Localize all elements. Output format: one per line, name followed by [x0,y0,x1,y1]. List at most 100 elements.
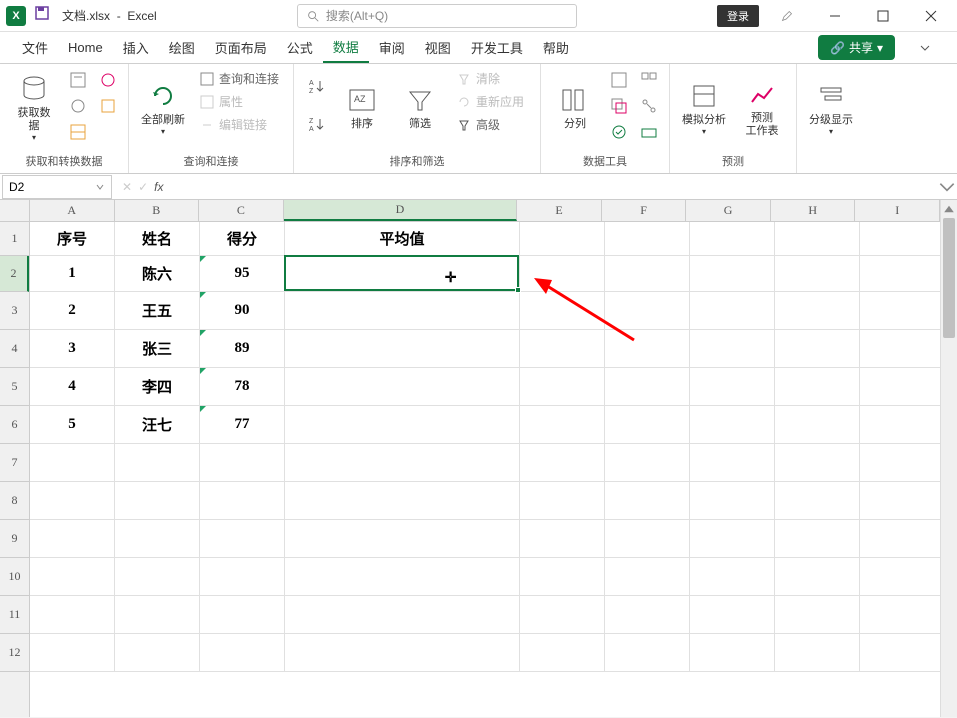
cell[interactable] [605,292,690,330]
formula-expand-icon[interactable] [937,177,957,197]
menu-devtools[interactable]: 开发工具 [461,32,533,63]
row-header[interactable]: 8 [0,482,29,520]
cell[interactable] [775,256,860,292]
from-text-icon[interactable] [66,68,90,92]
column-header[interactable]: H [771,200,856,221]
cell[interactable] [520,406,605,444]
cell[interactable] [200,482,285,520]
row-header[interactable]: 6 [0,406,29,444]
cell[interactable] [605,444,690,482]
fx-icon[interactable]: fx [154,180,163,194]
cell[interactable] [520,558,605,596]
cell[interactable] [690,330,775,368]
cell[interactable] [115,520,200,558]
cell[interactable] [115,596,200,634]
cell[interactable]: 89 [200,330,285,368]
remove-duplicates-icon[interactable] [607,94,631,118]
cell[interactable]: 姓名 [115,222,200,256]
cell[interactable] [115,482,200,520]
cell[interactable] [690,558,775,596]
cell[interactable]: 李四 [115,368,200,406]
menu-insert[interactable]: 插入 [113,32,159,63]
save-icon[interactable] [34,5,50,26]
menu-file[interactable]: 文件 [12,32,58,63]
cell[interactable]: 4 [30,368,115,406]
menu-help[interactable]: 帮助 [533,32,579,63]
cell[interactable] [860,520,945,558]
column-header[interactable]: B [115,200,200,221]
text-to-columns-button[interactable]: 分列 [549,68,601,148]
cell[interactable] [690,256,775,292]
cell[interactable] [115,558,200,596]
cell[interactable] [520,634,605,672]
maximize-button[interactable] [863,2,903,30]
column-header[interactable]: F [602,200,687,221]
cell[interactable]: 90 [200,292,285,330]
menu-draw[interactable]: 绘图 [159,32,205,63]
cell[interactable] [285,596,520,634]
cell[interactable] [30,520,115,558]
cell[interactable] [605,520,690,558]
cell[interactable] [605,634,690,672]
column-header[interactable]: G [686,200,771,221]
formula-input[interactable] [171,175,937,199]
data-model-icon[interactable] [637,120,661,144]
column-header[interactable]: A [30,200,115,221]
cell[interactable] [860,330,945,368]
cell[interactable]: 95 [200,256,285,292]
cell[interactable] [520,368,605,406]
cell[interactable] [860,292,945,330]
cell[interactable] [200,558,285,596]
row-header[interactable]: 4 [0,330,29,368]
refresh-all-button[interactable]: 全部刷新 ▾ [137,68,189,148]
cell[interactable] [775,444,860,482]
cell[interactable] [860,406,945,444]
menu-view[interactable]: 视图 [415,32,461,63]
from-web-icon[interactable] [66,94,90,118]
consolidate-icon[interactable] [637,68,661,92]
cell[interactable] [605,558,690,596]
cell[interactable] [285,558,520,596]
enter-icon[interactable]: ✓ [138,180,148,194]
filter-button[interactable]: 筛选 [394,68,446,148]
cell[interactable] [775,406,860,444]
cell[interactable] [775,634,860,672]
cell[interactable] [605,368,690,406]
cell[interactable] [200,444,285,482]
column-header[interactable]: I [855,200,940,221]
row-header[interactable]: 5 [0,368,29,406]
cell[interactable] [605,330,690,368]
menu-formula[interactable]: 公式 [277,32,323,63]
sort-desc-button[interactable]: ZA [302,106,330,142]
cell[interactable] [775,520,860,558]
cell[interactable] [775,482,860,520]
cell[interactable] [200,596,285,634]
queries-connections-button[interactable]: 查询和连接 [195,68,285,89]
cell[interactable] [690,634,775,672]
cell[interactable] [860,596,945,634]
recent-sources-icon[interactable] [96,68,120,92]
cell[interactable] [860,368,945,406]
cell[interactable] [690,406,775,444]
cancel-icon[interactable]: ✕ [122,180,132,194]
cell[interactable]: 汪七 [115,406,200,444]
row-header[interactable]: 2 [0,256,29,292]
relationships-icon[interactable] [637,94,661,118]
cell[interactable] [115,444,200,482]
cell[interactable] [860,634,945,672]
cell[interactable] [605,222,690,256]
cell[interactable] [690,222,775,256]
cell[interactable] [860,558,945,596]
cell[interactable] [30,596,115,634]
cell[interactable] [285,406,520,444]
cell[interactable] [775,330,860,368]
cell[interactable] [285,444,520,482]
cell[interactable]: 陈六 [115,256,200,292]
row-header[interactable]: 10 [0,558,29,596]
cell[interactable] [520,444,605,482]
cell[interactable]: 2 [30,292,115,330]
data-validation-icon[interactable] [607,120,631,144]
cell[interactable]: 得分 [200,222,285,256]
cell[interactable] [30,444,115,482]
close-button[interactable] [911,2,951,30]
